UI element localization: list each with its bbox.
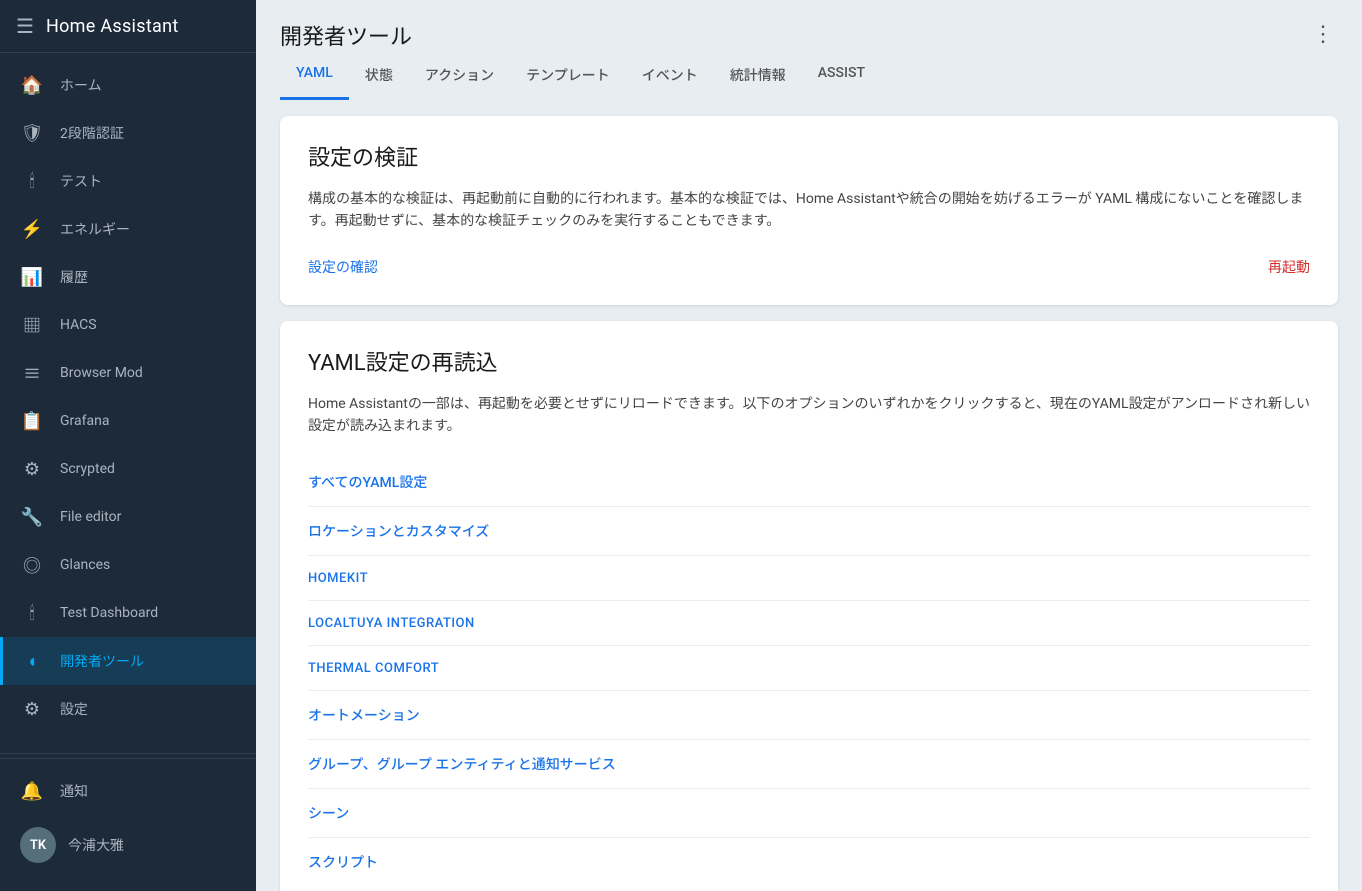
sidebar-item-hacs[interactable]: ▦ HACS [0,301,256,349]
sidebar-item-label-file-editor: File editor [60,509,121,525]
reload-link-all-yaml[interactable]: すべてのYAML設定 [308,475,427,491]
sidebar-divider [0,753,256,754]
avatar: TK [20,827,56,863]
main-content: 開発者ツール ⋮ YAML状態アクションテンプレートイベント統計情報ASSIST… [256,0,1362,891]
sidebar-item-notifications[interactable]: 🔔 通知 [0,767,256,815]
sidebar-item-scrypted[interactable]: ⚙ Scrypted [0,445,256,493]
sidebar-item-label-energy: エネルギー [60,219,130,239]
reload-item-all-yaml: すべてのYAML設定 [308,458,1310,507]
sidebar-item-glances[interactable]: ◎ Glances [0,541,256,589]
notifications-label: 通知 [60,781,88,801]
sidebar-item-history[interactable]: 📊 履歴 [0,253,256,301]
file-editor-icon: 🔧 [20,505,44,529]
page-title: 開発者ツール [280,19,412,51]
config-validation-actions: 設定の確認 再起動 [308,253,1310,281]
sidebar-bottom: 🔔 通知 TK 今浦大雅 [0,758,256,891]
test-dashboard-icon: 🕯 [20,601,44,625]
tab-template[interactable]: テンプレート [510,53,626,100]
sidebar-item-label-grafana: Grafana [60,413,109,429]
sidebar-item-label-browser-mod: Browser Mod [60,365,143,381]
sidebar-item-2fa[interactable]: 🛡 2段階認証 [0,109,256,157]
sidebar-item-test[interactable]: 🕯 テスト [0,157,256,205]
check-config-button[interactable]: 設定の確認 [308,253,378,281]
settings-icon: ⚙ [20,697,44,721]
topbar: 開発者ツール ⋮ [256,0,1362,53]
more-icon[interactable]: ⋮ [1308,18,1338,51]
tab-action[interactable]: アクション [409,53,510,100]
tab-yaml[interactable]: YAML [280,53,349,100]
notification-icon: 🔔 [20,779,44,803]
test-icon: 🕯 [20,169,44,193]
reload-link-script[interactable]: スクリプト [308,855,378,871]
tab-event[interactable]: イベント [626,53,714,100]
sidebar-item-label-test: テスト [60,171,102,191]
sidebar-item-grafana[interactable]: 📋 Grafana [0,397,256,445]
sidebar-item-browser-mod[interactable]: ≡ Browser Mod [0,349,256,397]
yaml-reload-card: YAML設定の再読込 Home Assistantの一部は、再起動を必要とせずに… [280,321,1338,891]
reload-link-thermal-comfort[interactable]: THERMAL COMFORT [308,661,439,676]
sidebar-item-label-hacs: HACS [60,317,97,333]
sidebar-item-devtools[interactable]: ◖ 開発者ツール [0,637,256,685]
scrypted-icon: ⚙ [20,457,44,481]
config-validation-card: 設定の検証 構成の基本的な検証は、再起動前に自動的に行われます。基本的な検証では… [280,116,1338,305]
hamburger-icon[interactable]: ☰ [16,14,34,38]
home-icon: 🏠 [20,73,44,97]
tabs-bar: YAML状態アクションテンプレートイベント統計情報ASSIST [256,53,1362,100]
reload-link-scene[interactable]: シーン [308,806,349,822]
reload-link-groups[interactable]: グループ、グループ エンティティと通知サービス [308,757,616,773]
yaml-reload-title: YAML設定の再読込 [308,345,1310,377]
reload-item-scene: シーン [308,789,1310,838]
reload-item-location-customize: ロケーションとカスタマイズ [308,507,1310,556]
reload-item-homekit: HOMEKIT [308,556,1310,601]
sidebar: ☰ Home Assistant 🏠 ホーム 🛡 2段階認証 🕯 テスト ⚡ エ… [0,0,256,891]
sidebar-item-test-dashboard[interactable]: 🕯 Test Dashboard [0,589,256,637]
tab-stats[interactable]: 統計情報 [714,53,802,100]
hacs-icon: ▦ [20,313,44,337]
app-title: Home Assistant [46,16,179,37]
reload-list: すべてのYAML設定ロケーションとカスタマイズ HOMEKIT LOCALTUYA … [308,458,1310,886]
reload-item-thermal-comfort: THERMAL COMFORT [308,646,1310,691]
sidebar-item-settings[interactable]: ⚙ 設定 [0,685,256,733]
sidebar-item-label-devtools: 開発者ツール [60,651,144,671]
reload-link-automation[interactable]: オートメーション [308,708,420,724]
devtools-icon: ◖ [20,649,44,673]
content-area: 設定の検証 構成の基本的な検証は、再起動前に自動的に行われます。基本的な検証では… [256,100,1362,891]
sidebar-item-label-test-dashboard: Test Dashboard [60,605,158,621]
sidebar-item-energy[interactable]: ⚡ エネルギー [0,205,256,253]
reload-item-automation: オートメーション [308,691,1310,740]
reload-item-localtuya: LOCALTUYA INTEGRATION [308,601,1310,646]
browser-mod-icon: ≡ [20,361,44,385]
sidebar-item-label-home: ホーム [60,75,102,95]
config-validation-description: 構成の基本的な検証は、再起動前に自動的に行われます。基本的な検証では、Home … [308,188,1310,233]
reload-link-localtuya[interactable]: LOCALTUYA INTEGRATION [308,616,475,631]
sidebar-item-label-glances: Glances [60,557,110,573]
sidebar-item-home[interactable]: 🏠 ホーム [0,61,256,109]
tab-state[interactable]: 状態 [349,53,409,100]
user-section[interactable]: TK 今浦大雅 [0,815,256,875]
reload-link-location-customize[interactable]: ロケーションとカスタマイズ [308,524,489,540]
restart-button[interactable]: 再起動 [1268,253,1310,281]
2fa-icon: 🛡 [20,121,44,145]
energy-icon: ⚡ [20,217,44,241]
reload-item-groups: グループ、グループ エンティティと通知サービス [308,740,1310,789]
sidebar-nav: 🏠 ホーム 🛡 2段階認証 🕯 テスト ⚡ エネルギー 📊 履歴 ▦ HACS … [0,53,256,749]
reload-item-script: スクリプト [308,838,1310,886]
sidebar-item-label-settings: 設定 [60,699,88,719]
sidebar-item-label-scrypted: Scrypted [60,461,115,477]
tab-assist[interactable]: ASSIST [802,53,881,100]
yaml-reload-description: Home Assistantの一部は、再起動を必要とせずにリロードできます。以下… [308,393,1310,438]
sidebar-item-label-2fa: 2段階認証 [60,123,124,143]
sidebar-item-label-history: 履歴 [60,267,88,287]
history-icon: 📊 [20,265,44,289]
grafana-icon: 📋 [20,409,44,433]
sidebar-header: ☰ Home Assistant [0,0,256,53]
config-validation-title: 設定の検証 [308,140,1310,172]
glances-icon: ◎ [20,553,44,577]
user-name: 今浦大雅 [68,835,124,855]
sidebar-item-file-editor[interactable]: 🔧 File editor [0,493,256,541]
reload-link-homekit[interactable]: HOMEKIT [308,571,368,586]
